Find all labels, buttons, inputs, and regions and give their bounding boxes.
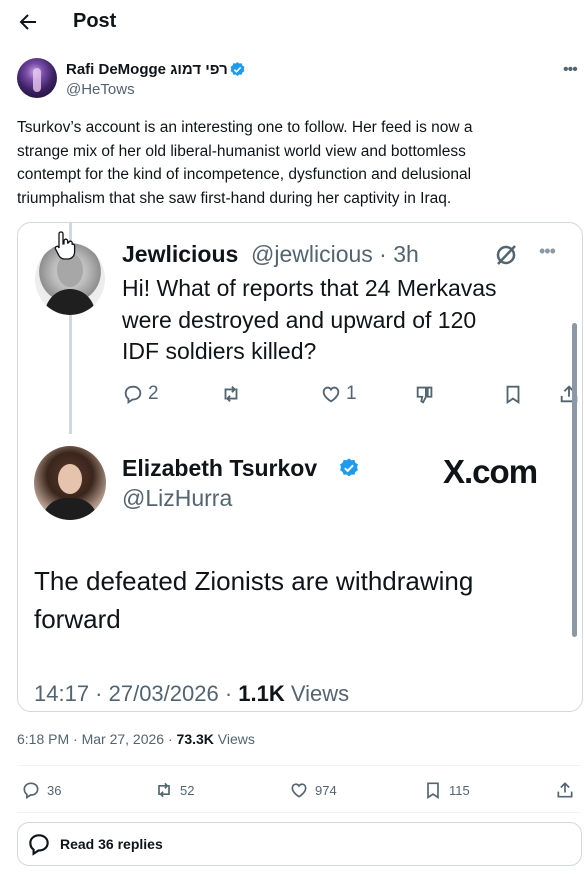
- post-action-bar: 36 52 974 115: [17, 777, 583, 803]
- reply-bookmark-action: [502, 381, 524, 407]
- bookmark-icon: [427, 782, 439, 800]
- hand-cursor-icon: [54, 231, 76, 260]
- reply-repost-action: [220, 381, 242, 407]
- reply-like-action: 1: [320, 381, 357, 407]
- repost-button[interactable]: 52: [154, 777, 194, 803]
- reply-author-name: Jewlicious: [122, 241, 239, 267]
- reply-button[interactable]: 36: [21, 777, 61, 803]
- reply-icon: [124, 385, 142, 404]
- share-icon: [557, 782, 573, 798]
- original-handle: @LizHurra: [122, 485, 233, 511]
- read-replies-button[interactable]: Read 36 replies: [17, 822, 582, 866]
- bookmark-icon: [506, 385, 520, 404]
- reply-handle-time: @jewlicious · 3h: [251, 241, 419, 267]
- verified-badge-icon: [230, 62, 245, 76]
- post-timestamp-views[interactable]: 6:18 PM · Mar 27, 2026 · 73.3K Views: [17, 731, 255, 747]
- divider: [17, 812, 581, 813]
- tweet-text: Tsurkov’s account is an interesting one …: [17, 119, 473, 207]
- repost-icon: [158, 782, 170, 798]
- author-avatar[interactable]: [17, 58, 57, 98]
- verified-badge-icon: [340, 458, 358, 477]
- reply-more-icon: •••: [539, 241, 556, 261]
- reply-reply-action: 2: [122, 381, 159, 407]
- share-button[interactable]: [555, 777, 575, 803]
- quoted-screenshot[interactable]: Jewlicious @jewlicious · 3h ••• Hi! What…: [17, 222, 583, 712]
- page-title: Post: [73, 10, 117, 32]
- reply-action-bar: 2 1: [122, 381, 578, 407]
- top-bar: Post: [0, 0, 585, 44]
- repost-icon: [224, 386, 238, 402]
- divider: [17, 765, 581, 766]
- original-author-name: Elizabeth Tsurkov: [122, 455, 318, 481]
- scrollbar: [572, 323, 577, 637]
- reply-dislike-action: [414, 381, 436, 407]
- original-timestamp-views: 14:17 · 27/03/2026 · 1.1K Views: [34, 681, 350, 706]
- bookmark-button[interactable]: 115: [423, 777, 470, 803]
- author-name[interactable]: Rafi DeMogge רפי דמוג: [66, 61, 228, 78]
- like-button[interactable]: 974: [289, 777, 337, 803]
- reply-icon: [23, 782, 39, 800]
- heart-icon: [291, 783, 307, 798]
- grok-icon: [496, 245, 516, 265]
- heart-icon: [322, 386, 340, 403]
- thumbs-down-icon: [416, 386, 433, 404]
- original-text: The defeated Zionists are withdrawing fo…: [34, 566, 474, 634]
- author-handle[interactable]: @HeTows: [66, 81, 135, 98]
- xcom-logo: X.com: [443, 453, 538, 490]
- more-options-icon[interactable]: •••: [563, 61, 578, 79]
- back-arrow-icon[interactable]: [16, 10, 40, 34]
- reply-text: Hi! What of reports that 24 Merkavas wer…: [122, 275, 497, 364]
- original-avatar: [34, 446, 106, 520]
- reply-bubble-icon: [29, 834, 49, 856]
